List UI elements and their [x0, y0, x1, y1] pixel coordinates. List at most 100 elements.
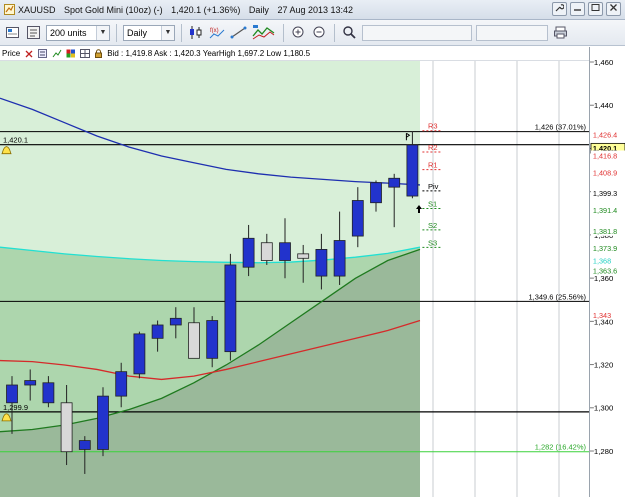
panel-close-button[interactable]	[23, 49, 34, 59]
price-tag-label: 1,368	[593, 257, 611, 266]
window-options-button[interactable]	[552, 2, 567, 16]
zoom-in-icon	[292, 26, 304, 38]
title-symbol: XAUUSD	[18, 4, 56, 15]
horizontal-line-label: 1,299.9	[3, 403, 28, 412]
search-input[interactable]	[362, 24, 472, 41]
title-bar: XAUUSD Spot Gold Mini (10oz) (-) 1,420.1…	[0, 0, 625, 20]
pivot-label: R3	[428, 122, 438, 131]
panel-color-button[interactable]	[65, 49, 76, 59]
color-palette-icon	[66, 49, 75, 58]
maximize-button[interactable]	[588, 2, 603, 16]
axis-tick-label: 1,360	[594, 274, 614, 283]
close-button[interactable]	[606, 2, 621, 16]
chart-toolbar: 200 units ▼ Daily ▼ f(x)	[0, 20, 625, 46]
maximize-icon	[591, 4, 600, 11]
bullish-candle	[97, 395, 109, 450]
zoom-out-button[interactable]	[311, 24, 328, 41]
deal-ticket-button[interactable]	[4, 24, 21, 41]
bullish-candle	[406, 144, 419, 197]
bullish-candle	[169, 317, 182, 326]
bullish-candle	[224, 264, 237, 353]
print-button[interactable]	[552, 24, 569, 41]
trendline-icon	[230, 26, 247, 39]
indicators-button[interactable]: f(x)	[209, 24, 226, 41]
bullish-candle	[78, 440, 91, 450]
search-icon	[343, 26, 356, 39]
drawing-tools-button[interactable]	[230, 24, 247, 41]
toolbar-separator	[116, 23, 117, 42]
axis-tick-label: 1,280	[594, 447, 614, 456]
panel-chart-style-button[interactable]	[51, 49, 62, 59]
price-tag-label: 1,391.4	[593, 206, 617, 215]
bullish-candle	[6, 384, 18, 404]
pivot-label: S1	[428, 199, 437, 208]
toolbar-separator	[334, 23, 335, 42]
bullish-candle	[151, 324, 164, 339]
pivot-label: Piv	[428, 182, 439, 191]
deal-ticket-icon	[6, 27, 19, 38]
axis-tick-label: 1,320	[594, 360, 614, 369]
panel-settings-button[interactable]	[37, 49, 48, 59]
grid-icon	[79, 49, 90, 58]
pivot-label: S3	[428, 238, 437, 247]
window-title: XAUUSD Spot Gold Mini (10oz) (-) 1,420.1…	[18, 5, 359, 15]
order-button[interactable]	[25, 24, 42, 41]
chevron-down-icon: ▼	[161, 25, 174, 40]
chart-type-button[interactable]	[188, 24, 205, 41]
pivot-label: R1	[428, 161, 438, 170]
bullish-candle	[388, 177, 401, 188]
panel-grid-button[interactable]	[79, 49, 90, 59]
candlestick-icon	[190, 26, 202, 39]
axis-tick-label: 1,300	[594, 404, 614, 413]
chevron-down-icon: ▼	[96, 25, 109, 40]
units-dropdown[interactable]: 200 units ▼	[46, 24, 110, 41]
chart-info-bar: Price Bid : 1,419.8 Ask : 1,420.3 YearHi…	[0, 47, 589, 61]
bullish-candle	[242, 237, 255, 268]
period-dropdown[interactable]: Daily ▼	[123, 24, 175, 41]
toolbar-separator	[181, 23, 182, 42]
print-icon	[554, 26, 567, 39]
studies-button[interactable]	[251, 24, 277, 41]
minimize-icon	[574, 9, 581, 11]
close-icon	[25, 50, 33, 57]
title-instrument-name: Spot Gold Mini (10oz) (-)	[64, 4, 163, 15]
bullish-candle	[279, 242, 291, 261]
fibonacci-label: 1,426 (37.01%)	[535, 123, 587, 132]
bullish-candle	[115, 371, 128, 397]
chart-app-icon	[3, 4, 15, 16]
zoom-in-button[interactable]	[290, 24, 307, 41]
pivot-label: R2	[428, 143, 438, 152]
studies-icon	[252, 25, 275, 40]
wrench-icon	[555, 4, 565, 12]
axis-tick-label: 1,440	[594, 101, 614, 110]
pivot-label: S2	[428, 221, 437, 230]
indicator-icon: f(x)	[209, 28, 225, 39]
bullish-candle	[351, 200, 364, 237]
price-tag-label: 1,416.8	[593, 151, 617, 160]
bearish-candle	[60, 402, 73, 453]
price-tag-label: 1,408.9	[593, 168, 617, 177]
toolbar-separator	[283, 23, 284, 42]
horizontal-line-label: 1,420.1	[3, 136, 28, 145]
secondary-search-input[interactable]	[476, 24, 548, 41]
title-datetime: 27 Aug 2013 13:42	[277, 4, 354, 15]
fibonacci-label: 1,349.6 (25.56%)	[528, 292, 586, 301]
price-tag-label: 1,381.8	[593, 227, 617, 236]
units-dropdown-value: 200 units	[50, 27, 87, 38]
period-dropdown-value: Daily	[127, 27, 148, 38]
quote-text: Bid : 1,419.8 Ask : 1,420.3 YearHigh 1,6…	[107, 49, 311, 58]
bearish-candle	[297, 253, 310, 259]
price-tag-label: 1,399.3	[593, 189, 617, 198]
price-tag-label: 1,373.9	[593, 244, 617, 253]
bullish-candle	[133, 333, 146, 375]
panel-lock-button[interactable]	[93, 49, 104, 59]
price-tag-label: 1,343	[593, 311, 611, 320]
price-tag-label: 1,363.6	[593, 266, 617, 275]
bullish-candle	[24, 380, 37, 386]
fibonacci-label: 1,282 (16.42%)	[535, 443, 587, 452]
price-axis[interactable]: 1,4601,4401,4201,4001,3801,3601,3401,320…	[589, 47, 625, 497]
bullish-candle	[206, 320, 219, 359]
search-button[interactable]	[341, 24, 358, 41]
price-chart[interactable]: 1,426 (37.01%) 1,349.6 (25.56%) 1,282 (16.…	[0, 47, 589, 497]
minimize-button[interactable]	[570, 2, 585, 16]
